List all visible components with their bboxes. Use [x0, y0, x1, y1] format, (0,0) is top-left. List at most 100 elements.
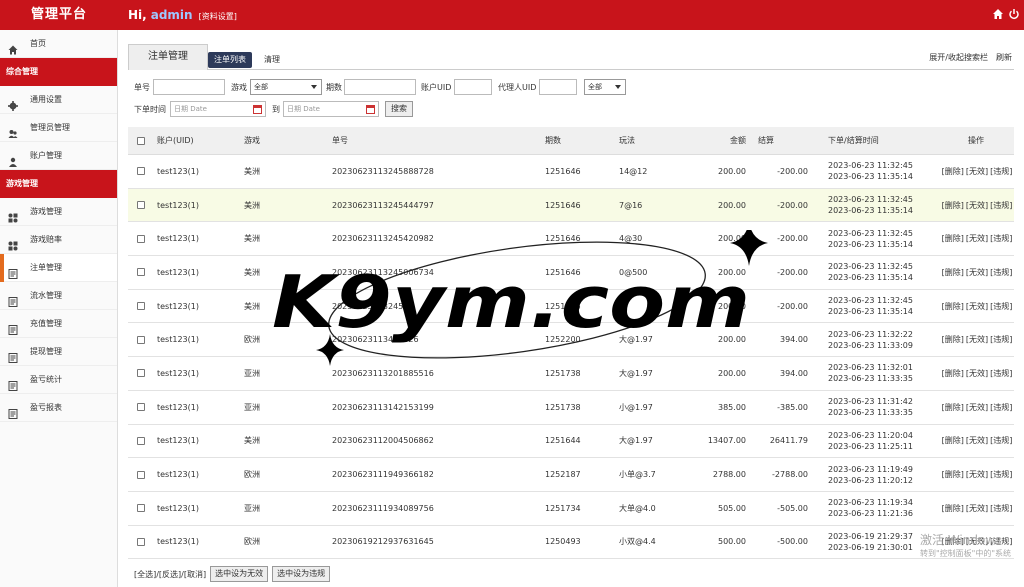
delete-link[interactable]: [删除] [942, 267, 964, 278]
violation-link[interactable]: [违规] [990, 200, 1012, 211]
delete-link[interactable]: [删除] [942, 503, 964, 514]
sidebar-item[interactable]: 流水管理 [0, 282, 117, 310]
row-checkbox-cell[interactable] [128, 290, 154, 323]
table-row[interactable]: test123(1) 欧洲 20230623111949366182 1252187 小… [128, 458, 1014, 492]
set-invalid-button[interactable]: 选中设为无效 [210, 566, 269, 582]
delete-link[interactable]: [删除] [942, 233, 964, 244]
row-checkbox[interactable] [137, 537, 145, 546]
violation-link[interactable]: [违规] [990, 402, 1012, 413]
invalid-link[interactable]: [无效] [966, 267, 988, 278]
table-row[interactable]: test123(1) 亚洲 20230623113201885516 1251738 大… [128, 357, 1014, 391]
search-button[interactable]: 搜索 [385, 101, 413, 117]
delete-link[interactable]: [删除] [942, 402, 964, 413]
account-uid-input[interactable] [454, 79, 492, 95]
row-checkbox[interactable] [137, 504, 145, 513]
row-checkbox[interactable] [137, 470, 145, 479]
sidebar-item[interactable]: 充值管理 [0, 310, 117, 338]
order-no-input[interactable] [153, 79, 225, 95]
toggle-search-link[interactable]: 展开/收起搜索栏 [929, 53, 988, 62]
delete-link[interactable]: [删除] [942, 200, 964, 211]
row-checkbox[interactable] [137, 268, 145, 277]
table-row[interactable]: test123(1) 美洲 20230623113245006734 1251646 0… [128, 256, 1014, 290]
delete-link[interactable]: [删除] [942, 435, 964, 446]
tab-clear[interactable]: 清理 [264, 52, 280, 68]
row-checkbox[interactable] [137, 403, 145, 412]
invalid-link[interactable]: [无效] [966, 200, 988, 211]
row-checkbox-cell[interactable] [128, 425, 154, 458]
table-row[interactable]: test123(1) 美洲 20230623113245420982 1251646 4… [128, 222, 1014, 257]
invalid-link[interactable]: [无效] [966, 402, 988, 413]
select-all-checkbox-cell[interactable] [128, 127, 154, 154]
row-checkbox-cell[interactable] [128, 357, 154, 390]
sidebar-item[interactable]: 首页 [0, 30, 117, 58]
row-checkbox-cell[interactable] [128, 391, 154, 424]
row-checkbox[interactable] [137, 201, 145, 210]
invalid-link[interactable]: [无效] [966, 301, 988, 312]
sidebar-item[interactable]: 游戏管理 [0, 198, 117, 226]
violation-link[interactable]: [违规] [990, 435, 1012, 446]
table-row[interactable]: test123(1) 美洲 20230623113245888728 1251646 1… [128, 155, 1014, 189]
violation-link[interactable]: [违规] [990, 503, 1012, 514]
table-row[interactable]: test123(1) 美洲 20230623113245444797 1251646 7… [128, 188, 1014, 223]
agent-select[interactable]: 全部 [584, 79, 626, 95]
row-checkbox-cell[interactable] [128, 155, 154, 188]
violation-link[interactable]: [违规] [990, 267, 1012, 278]
row-checkbox-cell[interactable] [128, 222, 154, 255]
row-checkbox-cell[interactable] [128, 256, 154, 289]
invalid-link[interactable]: [无效] [966, 166, 988, 177]
sidebar-item[interactable]: 通用设置 [0, 86, 117, 114]
tab-order-list[interactable]: 注单列表 [208, 52, 252, 68]
table-row[interactable]: test123(1) 美洲 20230623112004506862 1251644 大… [128, 425, 1014, 459]
sidebar-item[interactable]: 游戏赔率 [0, 226, 117, 254]
home-icon[interactable] [992, 8, 1004, 20]
invalid-link[interactable]: [无效] [966, 435, 988, 446]
start-date-input[interactable]: 日期 Date [170, 101, 266, 117]
sidebar-item[interactable]: 盈亏报表 [0, 394, 117, 422]
delete-link[interactable]: [删除] [942, 469, 964, 480]
invalid-link[interactable]: [无效] [966, 233, 988, 244]
invalid-link[interactable]: [无效] [966, 469, 988, 480]
invalid-link[interactable]: [无效] [966, 368, 988, 379]
sidebar-item[interactable]: 管理员管理 [0, 114, 117, 142]
delete-link[interactable]: [删除] [942, 301, 964, 312]
row-checkbox[interactable] [137, 335, 145, 344]
invalid-link[interactable]: [无效] [966, 503, 988, 514]
row-checkbox[interactable] [137, 167, 145, 176]
table-row[interactable]: test123(1) 美洲 20230623113245 1251646 大 200.00… [128, 290, 1014, 324]
end-date-input[interactable]: 日期 Date [283, 101, 379, 117]
row-checkbox-cell[interactable] [128, 458, 154, 491]
invalid-link[interactable]: [无效] [966, 334, 988, 345]
refresh-link[interactable]: 刷新 [996, 53, 1012, 62]
game-select[interactable]: 全部 [250, 79, 322, 95]
table-row[interactable]: test123(1) 欧洲 20230623113493826 1252200 大@1.… [128, 323, 1014, 358]
sidebar-item[interactable]: 账户管理 [0, 142, 117, 170]
violation-link[interactable]: [违规] [990, 301, 1012, 312]
power-icon[interactable] [1008, 8, 1020, 20]
agent-uid-input[interactable] [539, 79, 577, 95]
calendar-icon[interactable] [253, 105, 262, 114]
row-checkbox[interactable] [137, 369, 145, 378]
violation-link[interactable]: [违规] [990, 334, 1012, 345]
violation-link[interactable]: [违规] [990, 469, 1012, 480]
row-checkbox-cell[interactable] [128, 526, 154, 559]
delete-link[interactable]: [删除] [942, 368, 964, 379]
table-row[interactable]: test123(1) 亚洲 20230623111934089756 1251734 大… [128, 492, 1014, 526]
row-checkbox[interactable] [137, 234, 145, 243]
select-all-checkbox[interactable] [137, 136, 145, 145]
violation-link[interactable]: [违规] [990, 368, 1012, 379]
delete-link[interactable]: [删除] [942, 166, 964, 177]
sidebar-item[interactable]: 盈亏统计 [0, 366, 117, 394]
set-violation-button[interactable]: 选中设为违规 [272, 566, 331, 582]
table-row[interactable]: test123(1) 欧洲 20230619212937631645 1250493 小… [128, 526, 1014, 560]
delete-link[interactable]: [删除] [942, 334, 964, 345]
violation-link[interactable]: [违规] [990, 166, 1012, 177]
row-checkbox-cell[interactable] [128, 492, 154, 525]
violation-link[interactable]: [违规] [990, 233, 1012, 244]
select-actions[interactable]: [全选]/[反选]/[取消] [134, 569, 206, 580]
row-checkbox[interactable] [137, 436, 145, 445]
table-row[interactable]: test123(1) 亚洲 20230623113142153199 1251738 小… [128, 391, 1014, 425]
row-checkbox[interactable] [137, 302, 145, 311]
tab-order-management[interactable]: 注单管理 [128, 44, 208, 70]
period-input[interactable] [344, 79, 416, 95]
profile-settings-link[interactable]: [资料设置] [199, 12, 237, 21]
